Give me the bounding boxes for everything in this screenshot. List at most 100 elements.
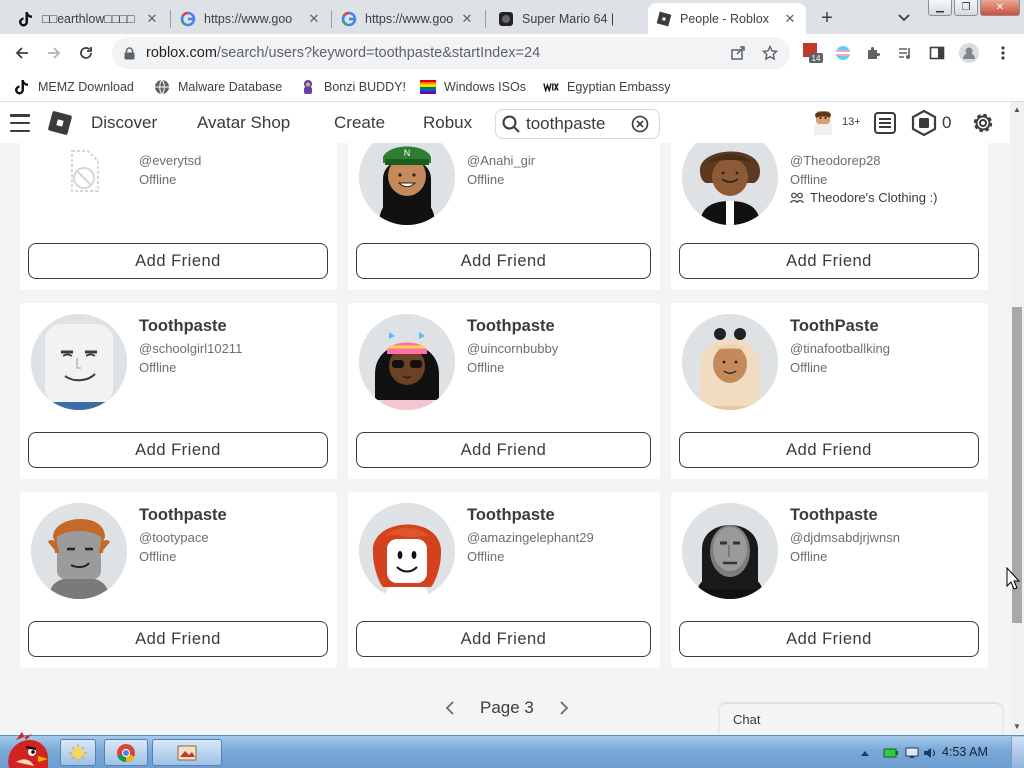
battery-icon[interactable] (882, 743, 900, 763)
media-control-icon[interactable] (894, 42, 916, 64)
user-avatar[interactable] (31, 314, 127, 410)
user-card[interactable]: @Theodorep28 Offline Theodore's Clothing… (671, 143, 988, 290)
user-avatar-thumbnail[interactable] (810, 109, 836, 137)
browser-tab[interactable]: https://www.goo ✕ (172, 3, 330, 34)
user-avatar[interactable] (31, 503, 127, 599)
taskbar-chrome-button[interactable] (104, 739, 148, 766)
show-desktop-button[interactable] (1011, 737, 1024, 768)
page-scrollbar[interactable]: ▲ ▼ (1010, 102, 1024, 735)
browser-menu-icon[interactable] (992, 42, 1014, 64)
user-handle[interactable]: @uincornbubby (467, 341, 558, 356)
clear-search-icon[interactable] (630, 114, 650, 134)
back-button[interactable] (10, 41, 34, 65)
user-display-name[interactable]: Toothpaste (139, 506, 227, 525)
search-input[interactable] (526, 114, 630, 134)
bookmark-star-icon[interactable] (760, 43, 780, 63)
nav-discover[interactable]: Discover (91, 113, 157, 133)
add-friend-button[interactable]: Add Friend (28, 621, 328, 657)
user-card[interactable]: Toothpaste @tootypace Offline Add Friend (20, 492, 337, 668)
scroll-down-arrow-icon[interactable]: ▼ (1013, 723, 1021, 731)
volume-icon[interactable] (922, 743, 938, 763)
user-card[interactable]: N @Anahi_gir Offline Add Friend (348, 143, 660, 290)
user-display-name[interactable]: Toothpaste (139, 317, 227, 336)
close-window-button[interactable]: ✕ (980, 0, 1020, 16)
bookmark-windows-isos[interactable]: Windows ISOs (420, 77, 526, 97)
browser-tab[interactable]: https://www.goo ✕ (333, 3, 483, 34)
user-display-name[interactable]: Toothpaste (467, 506, 555, 525)
user-display-name[interactable]: Toothpaste (790, 506, 878, 525)
user-card[interactable]: Toothpaste @schoolgirl10211 Offline Add … (20, 303, 337, 479)
extension-badge-icon[interactable]: 14 (802, 42, 824, 64)
add-friend-button[interactable]: Add Friend (679, 621, 979, 657)
nav-create[interactable]: Create (334, 113, 385, 133)
minimize-button[interactable]: ▁ (928, 0, 952, 16)
add-friend-button[interactable]: Add Friend (28, 243, 328, 279)
network-icon[interactable] (904, 743, 920, 763)
scroll-up-arrow-icon[interactable]: ▲ (1013, 106, 1021, 114)
add-friend-button[interactable]: Add Friend (679, 432, 979, 468)
user-avatar[interactable]: N (359, 143, 455, 225)
user-avatar[interactable] (682, 503, 778, 599)
hamburger-menu-icon[interactable] (10, 114, 30, 132)
new-tab-button[interactable]: + (816, 7, 838, 29)
notifications-icon[interactable] (873, 111, 897, 135)
close-tab-icon[interactable]: ✕ (782, 11, 798, 27)
taskbar-clock[interactable]: 4:53 AM (942, 745, 988, 759)
add-friend-button[interactable]: Add Friend (356, 432, 651, 468)
side-panel-icon[interactable] (926, 42, 948, 64)
browser-tab-active[interactable]: People - Roblox ✕ (648, 3, 806, 34)
restore-button[interactable]: ❐ (954, 0, 978, 16)
bookmark-egyptian-embassy[interactable]: Egyptian Embassy (543, 77, 671, 97)
add-friend-button[interactable]: Add Friend (356, 243, 651, 279)
user-avatar[interactable] (359, 314, 455, 410)
forward-button[interactable] (42, 41, 66, 65)
browser-tab[interactable]: □□earthlow□□□□ ✕ (10, 3, 168, 34)
lock-icon[interactable] (122, 46, 136, 60)
tab-search-icon[interactable] (894, 8, 914, 28)
extensions-puzzle-icon[interactable] (862, 42, 884, 64)
tray-expand-icon[interactable] (858, 743, 872, 763)
roblox-logo[interactable] (47, 110, 73, 136)
user-card[interactable]: Toothpaste @djdmsabdjrjwnsn Offline Add … (671, 492, 988, 668)
profile-avatar-icon[interactable] (958, 42, 980, 64)
user-display-name[interactable]: ToothPaste (790, 317, 879, 336)
taskbar-explorer-button[interactable] (60, 739, 96, 766)
user-display-name[interactable]: Toothpaste (467, 317, 555, 336)
nav-robux[interactable]: Robux (423, 113, 472, 133)
close-tab-icon[interactable]: ✕ (459, 11, 475, 27)
share-icon[interactable] (728, 43, 748, 63)
add-friend-button[interactable]: Add Friend (28, 432, 328, 468)
search-icon[interactable] (496, 115, 526, 133)
browser-tab[interactable]: Super Mario 64 | (490, 3, 640, 34)
user-handle[interactable]: @schoolgirl10211 (139, 341, 242, 356)
previous-page-icon[interactable] (440, 698, 460, 718)
trans-flag-icon[interactable] (832, 42, 854, 64)
settings-gear-icon[interactable] (970, 110, 996, 136)
user-card[interactable]: Toothpaste @amazingelephant29 Offline Ad… (348, 492, 660, 668)
user-handle[interactable]: @everytsd (139, 153, 201, 168)
user-handle[interactable]: @amazingelephant29 (467, 530, 594, 545)
bookmark-malware-database[interactable]: Malware Database (154, 77, 282, 97)
close-tab-icon[interactable]: ✕ (306, 11, 322, 27)
user-handle[interactable]: @djdmsabdjrjwnsn (790, 530, 900, 545)
next-page-icon[interactable] (554, 698, 574, 718)
reload-button[interactable] (74, 41, 98, 65)
user-handle[interactable]: @tootypace (139, 530, 209, 545)
add-friend-button[interactable]: Add Friend (356, 621, 651, 657)
taskbar-app-button[interactable] (152, 739, 222, 766)
avatar-placeholder[interactable] (32, 143, 128, 225)
nav-avatar-shop[interactable]: Avatar Shop (197, 113, 290, 133)
bookmark-bonzi-buddy[interactable]: Bonzi BUDDY! (300, 77, 406, 97)
user-handle[interactable]: @Anahi_gir (467, 153, 535, 168)
chat-bar[interactable]: Chat (720, 704, 1002, 735)
user-avatar[interactable] (682, 143, 778, 225)
robux-icon[interactable] (911, 110, 937, 136)
user-card[interactable]: ToothPaste @tinafootballking Offline Add… (671, 303, 988, 479)
user-card[interactable]: @everytsd Offline Add Friend (20, 143, 337, 290)
close-tab-icon[interactable]: ✕ (144, 11, 160, 27)
user-handle[interactable]: @tinafootballking (790, 341, 890, 356)
user-group[interactable]: Theodore's Clothing :) (790, 190, 938, 205)
user-handle[interactable]: @Theodorep28 (790, 153, 881, 168)
user-avatar[interactable] (682, 314, 778, 410)
add-friend-button[interactable]: Add Friend (679, 243, 979, 279)
